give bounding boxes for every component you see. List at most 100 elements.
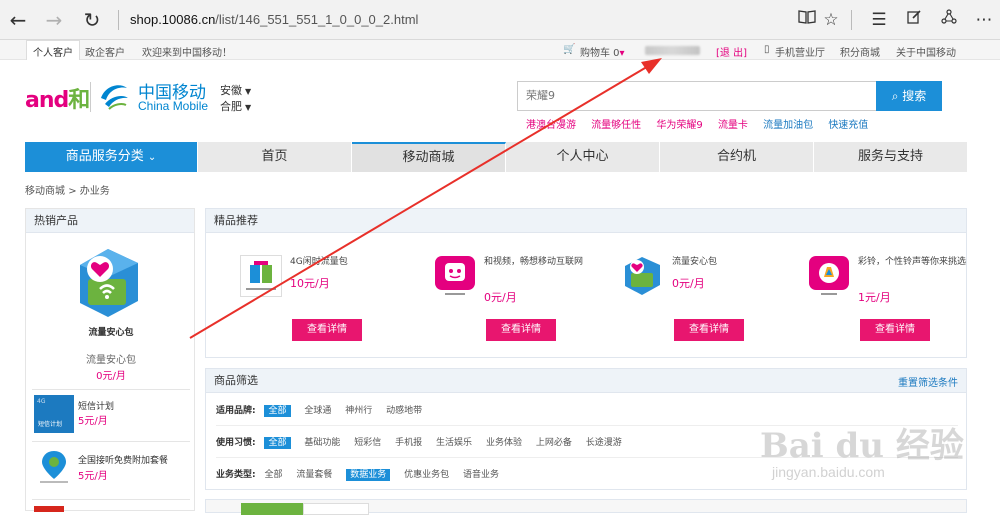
sidebar-divider xyxy=(32,441,190,442)
province-label: 安徽 xyxy=(220,84,242,97)
nav-item-personal-center[interactable]: 个人中心 xyxy=(506,142,660,172)
he-video-icon[interactable] xyxy=(434,255,476,297)
hero-product-price: 0元/月 xyxy=(96,371,126,382)
filter-option[interactable]: 数据业务 xyxy=(346,469,391,481)
product-description: 流量安心包 xyxy=(672,257,718,267)
watermark-text: Bai du 经验 xyxy=(760,426,964,466)
hot-word-link[interactable]: 流量加油包 xyxy=(763,120,813,131)
list-item-title[interactable]: 全国接听免费附加套餐 xyxy=(78,453,192,466)
filter-option[interactable]: 优惠业务包 xyxy=(404,470,449,480)
sms-plan-thumbnail[interactable]: 4G 短信计划 xyxy=(34,395,74,433)
free-answering-plan-thumbnail[interactable] xyxy=(34,449,74,487)
enterprise-customer-link[interactable]: 政企客户 xyxy=(85,44,125,59)
filter-option[interactable]: 生活娱乐 xyxy=(436,438,472,448)
nav-item-contract-phone[interactable]: 合约机 xyxy=(660,142,814,172)
list-item-price: 5元/月 xyxy=(78,416,108,427)
filter-option[interactable]: 流量套餐 xyxy=(296,470,332,480)
mobile-phone-icon: ▯ xyxy=(764,44,770,55)
sort-tab[interactable] xyxy=(303,503,369,515)
hot-products-panel: 热销产品 流量安心包 流量安心包 0元/月 4G 短信计划 短信计划 5元/月 … xyxy=(25,208,196,512)
hot-word-link[interactable]: 快速充值 xyxy=(828,120,868,131)
hub-menu-icon[interactable]: ☰ xyxy=(868,9,890,31)
filter-option[interactable]: 全部 xyxy=(264,437,291,449)
cart-icon[interactable]: 🛒 xyxy=(563,44,575,55)
filter-option[interactable]: 动感地带 xyxy=(386,406,422,416)
site-topbar: 个人客户 政企客户 欢迎来到中国移动！ 🛒 购物车 0▾ [退 出] ▯ 手机营… xyxy=(0,40,1000,60)
product-price: 0元/月 xyxy=(484,291,517,304)
traffic-safety-package-icon[interactable] xyxy=(622,255,664,297)
toolbar-divider xyxy=(118,10,119,30)
chevron-down-icon: ⌄ xyxy=(147,152,157,163)
nav-item-home[interactable]: 首页 xyxy=(198,142,352,172)
share-icon[interactable] xyxy=(938,9,960,31)
toolbar-divider xyxy=(851,10,852,30)
address-bar[interactable]: shop.10086.cn/list/146_551_551_1_0_0_0_2… xyxy=(130,12,418,27)
logo-divider xyxy=(90,82,91,112)
forward-arrow-icon[interactable]: → xyxy=(42,8,66,32)
filter-option[interactable]: 全部 xyxy=(264,470,282,480)
china-mobile-logo-en[interactable]: China Mobile xyxy=(138,99,208,113)
filter-option[interactable]: 长途漫游 xyxy=(586,438,622,448)
filter-option[interactable]: 神州行 xyxy=(345,406,372,416)
logo-and-text: and xyxy=(25,88,69,113)
sort-tab[interactable] xyxy=(241,503,303,515)
refresh-icon[interactable]: ↻ xyxy=(80,8,104,32)
china-mobile-logo-icon xyxy=(101,85,128,110)
product-description: 彩铃，个性铃声等你来挑选 xyxy=(858,257,967,267)
sidebar-divider xyxy=(32,389,190,390)
search-input[interactable] xyxy=(526,89,866,102)
filter-option[interactable]: 语音业务 xyxy=(463,470,499,480)
product-description: 4G闲时流量包 xyxy=(290,257,348,267)
more-icon[interactable]: ⋯ xyxy=(973,9,995,31)
breadcrumb-separator: > xyxy=(68,186,80,197)
mobile-hall-link[interactable]: 手机营业厅 xyxy=(775,44,825,59)
filter-option[interactable]: 业务体验 xyxy=(486,438,522,448)
cart-link[interactable]: 购物车 0▾ xyxy=(580,44,625,59)
filter-option[interactable]: 基础功能 xyxy=(304,438,340,448)
view-details-button[interactable]: 查看详情 xyxy=(674,319,744,341)
category-menu-button[interactable]: 商品服务分类 ⌄ xyxy=(25,142,198,172)
filter-option[interactable]: 全球通 xyxy=(304,406,331,416)
list-item-title[interactable]: 短信计划 xyxy=(78,399,192,412)
filter-option[interactable]: 上网必备 xyxy=(536,438,572,448)
filter-label: 业务类型: xyxy=(216,470,256,480)
hot-word-link[interactable]: 流量够任性 xyxy=(591,120,641,131)
next-product-thumbnail[interactable] xyxy=(34,506,64,512)
hot-word-link[interactable]: 港澳台漫游 xyxy=(526,120,576,131)
filter-label: 使用习惯: xyxy=(216,438,256,448)
hot-word-link[interactable]: 流量卡 xyxy=(718,120,748,131)
nav-item-mall[interactable]: 移动商城 xyxy=(352,142,506,172)
points-mall-link[interactable]: 积分商城 xyxy=(840,44,880,59)
filter-option[interactable]: 短彩信 xyxy=(354,438,381,448)
hot-word-link[interactable]: 华为荣耀9 xyxy=(656,120,702,131)
logout-link[interactable]: [退 出] xyxy=(716,44,747,59)
about-link[interactable]: 关于中国移动 xyxy=(896,44,956,59)
filter-option[interactable]: 全部 xyxy=(264,405,291,417)
search-button[interactable]: ⌕ 搜索 xyxy=(876,81,942,111)
watermark-url: jingyan.baidu.com xyxy=(772,464,885,480)
nav-item-service-support[interactable]: 服务与支持 xyxy=(814,142,967,172)
reset-filters-link[interactable]: 重置筛选条件 xyxy=(898,374,958,389)
traffic-safety-package-icon[interactable] xyxy=(78,247,144,321)
favorite-star-icon[interactable]: ☆ xyxy=(820,9,842,31)
product-card: 彩铃，个性铃声等你来挑选 1元/月 查看详情 xyxy=(808,243,983,353)
color-ringtone-icon[interactable] xyxy=(808,255,850,297)
arrowhead xyxy=(641,58,662,74)
filter-option[interactable]: 手机报 xyxy=(395,438,422,448)
reading-view-icon[interactable] xyxy=(796,9,818,31)
and-he-logo[interactable]: and和 xyxy=(25,82,90,114)
view-details-button[interactable]: 查看详情 xyxy=(860,319,930,341)
province-selector[interactable]: 安徽 ▼ xyxy=(220,82,251,98)
view-details-button[interactable]: 查看详情 xyxy=(292,319,362,341)
hero-product-name[interactable]: 流量安心包 xyxy=(26,351,196,366)
personal-customer-tab[interactable]: 个人客户 xyxy=(26,40,80,60)
product-card: 流量安心包 0元/月 查看详情 xyxy=(622,243,797,353)
back-arrow-icon[interactable]: ← xyxy=(6,8,30,32)
city-selector[interactable]: 合肥 ▼ xyxy=(220,98,251,114)
web-note-icon[interactable] xyxy=(903,9,925,31)
breadcrumb-home-link[interactable]: 移动商城 xyxy=(25,186,65,197)
chevron-down-icon: ▾ xyxy=(619,48,625,59)
filter-label: 适用品牌: xyxy=(216,406,256,416)
view-details-button[interactable]: 查看详情 xyxy=(486,319,556,341)
4g-data-package-icon[interactable] xyxy=(240,255,282,297)
